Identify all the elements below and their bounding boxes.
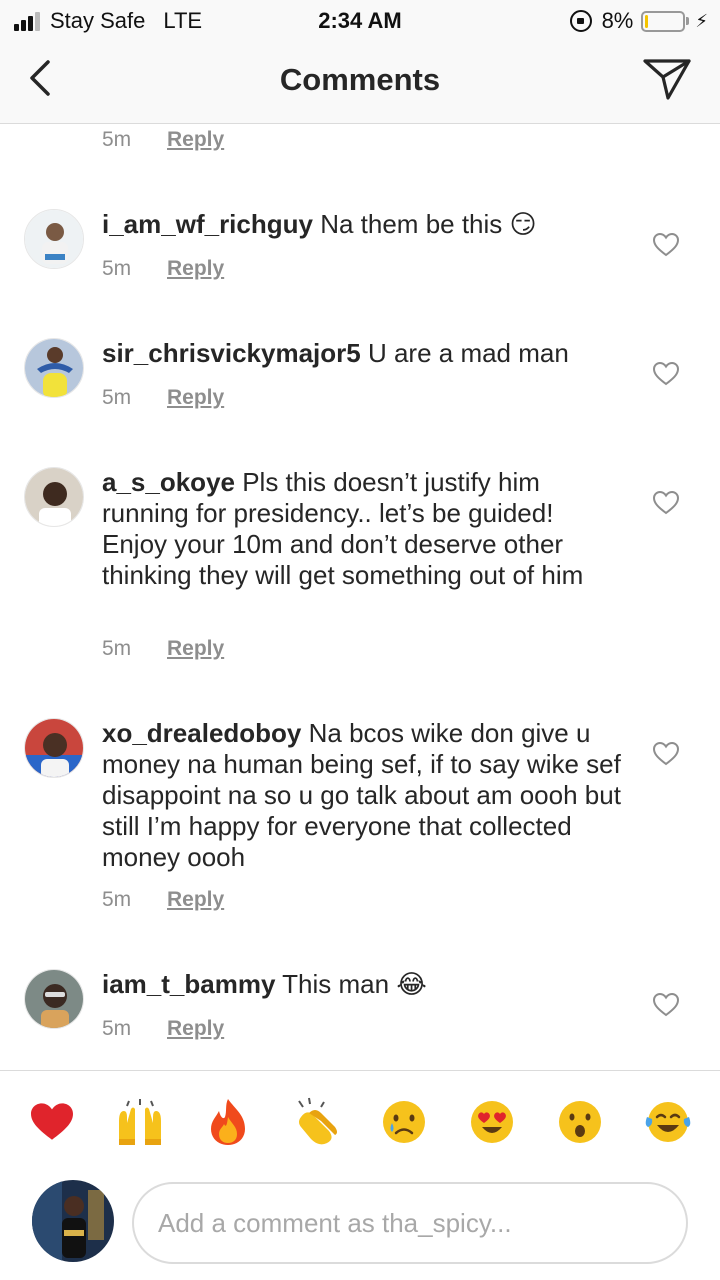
reply-button[interactable]: Reply xyxy=(167,386,224,410)
battery-fill xyxy=(645,14,649,28)
charging-bolt-icon: ⚡ xyxy=(695,10,708,31)
comment-time: 5m xyxy=(102,128,132,151)
comment-body: i_am_wf_richguy Na them be this 😏 xyxy=(102,209,622,240)
crying-face-emoji[interactable] xyxy=(379,1097,429,1147)
comment-input[interactable] xyxy=(132,1182,688,1264)
comment-body: xo_drealedoboy Na bcos wike don give u m… xyxy=(102,718,622,873)
comment-time: 5m xyxy=(102,257,132,280)
battery-cap xyxy=(686,17,690,25)
reply-button[interactable]: Reply xyxy=(167,637,224,661)
raising-hands-emoji[interactable] xyxy=(115,1097,165,1147)
comment-meta: 5m Reply xyxy=(102,1017,224,1041)
comment-text: Na them be this 😏 xyxy=(312,209,537,239)
heart-eyes-emoji[interactable] xyxy=(467,1097,517,1147)
comment-text: U are a mad man xyxy=(360,338,569,368)
red-heart-emoji[interactable] xyxy=(27,1097,77,1147)
battery-percent: 8% xyxy=(601,8,634,33)
back-button[interactable] xyxy=(20,58,60,98)
comment-username[interactable]: i_am_wf_richguy xyxy=(102,209,313,239)
current-user-avatar[interactable] xyxy=(32,1180,114,1262)
comment-body: iam_t_bammy This man 😂 xyxy=(102,969,622,1000)
like-heart-icon[interactable] xyxy=(652,741,680,767)
status-bar: Stay Safe LTE 2:34 AM 8% ⚡ xyxy=(0,0,720,40)
comment-username[interactable]: xo_drealedoboy xyxy=(102,718,301,748)
share-button[interactable] xyxy=(642,56,692,102)
comment-meta: 5m Reply xyxy=(102,386,224,410)
status-right: 8% ⚡ xyxy=(569,8,708,34)
surprised-face-emoji[interactable] xyxy=(555,1097,605,1147)
comment-time: 5m xyxy=(102,386,132,409)
header: Comments xyxy=(0,40,720,124)
paper-plane-icon xyxy=(643,59,691,100)
reply-button[interactable]: Reply xyxy=(167,888,224,912)
comment-meta: 5m Reply xyxy=(102,128,224,152)
comment-username[interactable]: sir_chrisvickymajor5 xyxy=(102,338,361,368)
avatar[interactable] xyxy=(24,718,84,778)
chevron-left-icon xyxy=(30,60,50,96)
comment-body: sir_chrisvickymajor5 U are a mad man xyxy=(102,338,622,369)
battery-icon xyxy=(641,10,686,32)
avatar[interactable] xyxy=(24,467,84,527)
like-heart-icon[interactable] xyxy=(652,232,680,258)
comment-composer xyxy=(0,1172,720,1280)
comment-username[interactable]: a_s_okoye xyxy=(102,467,235,497)
rotation-lock-icon xyxy=(569,10,592,32)
page-title: Comments xyxy=(279,62,441,97)
emoji-quick-bar xyxy=(0,1070,720,1172)
reply-button[interactable]: Reply xyxy=(167,128,224,152)
tears-of-joy-emoji[interactable] xyxy=(643,1097,693,1147)
comment-meta: 5m Reply xyxy=(102,257,224,281)
avatar[interactable] xyxy=(24,209,84,269)
comment-time: 5m xyxy=(102,1017,132,1040)
comment-text: This man 😂 xyxy=(275,969,427,999)
fire-emoji[interactable] xyxy=(203,1097,253,1147)
comment-meta: 5m Reply xyxy=(102,888,224,912)
like-heart-icon[interactable] xyxy=(652,361,680,387)
comment-time: 5m xyxy=(102,637,132,660)
reply-button[interactable]: Reply xyxy=(167,1017,224,1041)
like-heart-icon[interactable] xyxy=(652,992,680,1018)
like-heart-icon[interactable] xyxy=(652,490,680,516)
reply-button[interactable]: Reply xyxy=(167,257,224,281)
avatar[interactable] xyxy=(24,969,84,1029)
avatar[interactable] xyxy=(24,338,84,398)
comment-meta: 5m Reply xyxy=(102,637,224,661)
clapping-hands-emoji[interactable] xyxy=(291,1097,341,1147)
comment-time: 5m xyxy=(102,888,132,911)
comment-username[interactable]: iam_t_bammy xyxy=(102,969,275,999)
comments-list[interactable]: 5m Reply i_am_wf_richguy Na them be this… xyxy=(0,125,720,1070)
comment-body: a_s_okoye Pls this doesn’t justify him r… xyxy=(102,467,622,591)
